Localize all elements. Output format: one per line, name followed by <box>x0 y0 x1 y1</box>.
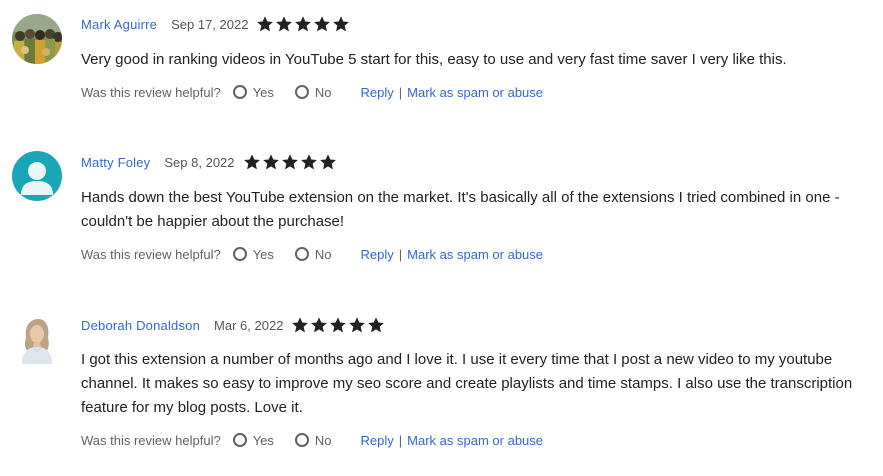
yes-radio[interactable] <box>232 247 247 261</box>
no-label[interactable]: No <box>315 85 332 100</box>
review-text: Hands down the best YouTube extension on… <box>81 189 840 230</box>
reviewer-avatar <box>12 14 62 64</box>
review-date: Sep 17, 2022 <box>171 16 249 32</box>
review-text: I got this extension a number of months … <box>81 351 853 416</box>
star-rating <box>243 153 337 171</box>
reply-link[interactable]: Reply <box>361 433 394 448</box>
helpful-row: Was this review helpful? Yes No Reply | … <box>81 81 543 103</box>
star-icon <box>292 317 309 333</box>
star-icon <box>349 317 366 333</box>
star-icon <box>319 154 336 170</box>
star-rating <box>256 15 350 33</box>
star-rating <box>291 316 385 334</box>
star-icon <box>295 16 312 32</box>
no-radio[interactable] <box>294 85 309 99</box>
mark-spam-link[interactable]: Mark as spam or abuse <box>407 247 543 262</box>
helpful-yes-option[interactable]: Yes <box>232 247 274 262</box>
review-actions: Reply | Mark as spam or abuse <box>361 85 543 100</box>
star-icon <box>368 317 385 333</box>
group-photo-avatar-icon <box>12 14 62 64</box>
star-icon <box>243 154 260 170</box>
yes-radio[interactable] <box>232 85 247 99</box>
mark-spam-link[interactable]: Mark as spam or abuse <box>407 85 543 100</box>
yes-radio[interactable] <box>232 433 247 447</box>
star-icon <box>314 16 331 32</box>
no-label[interactable]: No <box>315 247 332 262</box>
action-separator: | <box>398 246 403 262</box>
star-icon <box>333 16 350 32</box>
reply-link[interactable]: Reply <box>361 247 394 262</box>
default-person-avatar-icon <box>12 151 62 201</box>
yes-label[interactable]: Yes <box>253 433 274 448</box>
helpful-no-option[interactable]: No <box>294 85 332 100</box>
no-label[interactable]: No <box>315 433 332 448</box>
review-date: Mar 6, 2022 <box>214 317 284 333</box>
reviewer-name[interactable]: Mark Aguirre <box>81 17 157 32</box>
helpful-no-option[interactable]: No <box>294 247 332 262</box>
reviewer-name[interactable]: Matty Foley <box>81 155 150 170</box>
no-radio[interactable] <box>294 433 309 447</box>
helpful-row: Was this review helpful? Yes No Reply | … <box>81 429 543 451</box>
mark-spam-link[interactable]: Mark as spam or abuse <box>407 433 543 448</box>
helpful-yes-option[interactable]: Yes <box>232 85 274 100</box>
reviewer-name[interactable]: Deborah Donaldson <box>81 318 200 333</box>
helpful-row: Was this review helpful? Yes No Reply | … <box>81 243 543 265</box>
action-separator: | <box>398 432 403 448</box>
reviewer-avatar <box>12 151 62 201</box>
yes-label[interactable]: Yes <box>253 85 274 100</box>
star-icon <box>330 317 347 333</box>
reply-link[interactable]: Reply <box>361 85 394 100</box>
star-icon <box>257 16 274 32</box>
helpful-yes-option[interactable]: Yes <box>232 433 274 448</box>
reviewer-avatar <box>12 314 62 364</box>
yes-label[interactable]: Yes <box>253 247 274 262</box>
star-icon <box>262 154 279 170</box>
woman-portrait-avatar-icon <box>12 314 62 364</box>
helpful-no-option[interactable]: No <box>294 433 332 448</box>
review-text: Very good in ranking videos in YouTube 5… <box>81 51 787 68</box>
star-icon <box>300 154 317 170</box>
helpful-prompt: Was this review helpful? <box>81 84 221 100</box>
review-actions: Reply | Mark as spam or abuse <box>361 433 543 448</box>
star-icon <box>311 317 328 333</box>
star-icon <box>281 154 298 170</box>
helpful-prompt: Was this review helpful? <box>81 246 221 262</box>
action-separator: | <box>398 84 403 100</box>
no-radio[interactable] <box>294 247 309 261</box>
helpful-prompt: Was this review helpful? <box>81 432 221 448</box>
review-actions: Reply | Mark as spam or abuse <box>361 247 543 262</box>
star-icon <box>276 16 293 32</box>
review-date: Sep 8, 2022 <box>164 154 235 170</box>
